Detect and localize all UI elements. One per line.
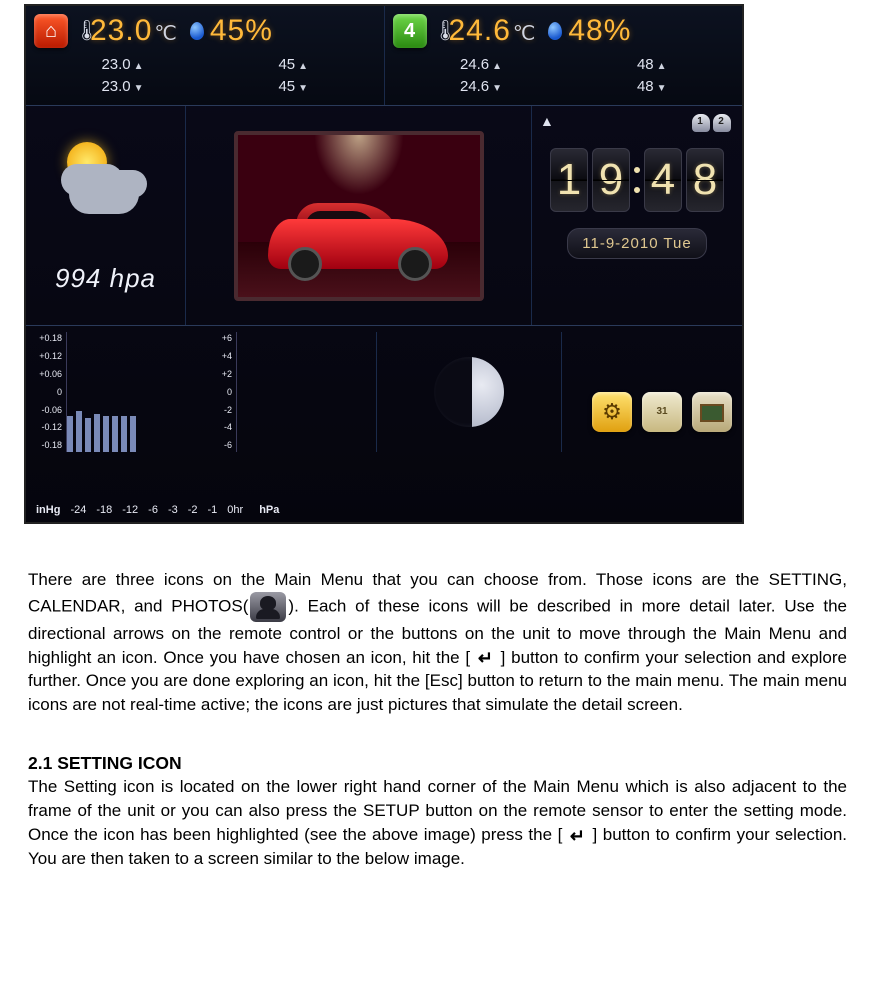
moon-phase-icon [434,357,504,427]
alarm-1-icon: 1 [692,114,710,132]
ch4-temp-high: 24.6 [460,54,502,75]
hpa-scale: +6 +4 +2 0 -2 -4 -6 [206,332,234,452]
middle-row: 994 hpa ▲ 12 [26,106,742,326]
clock-colon [634,167,640,193]
body-text: There are three icons on the Main Menu t… [28,568,847,871]
ch4-humidity: 48% [568,10,631,52]
indoor-temp: 23.0℃ [90,10,178,52]
calendar-menu-icon[interactable]: 31 [642,392,682,432]
clock-digit-h1: 1 [550,148,588,212]
triangle-up-icon: ▲ [540,112,554,132]
inhg-bars [66,332,196,452]
ch4-temp: 24.6℃ [449,10,537,52]
sensor-indoor: ⌂ 🌡 23.0℃ 45% 23.0 23.0 45 45 [26,6,385,105]
moon-phase-panel [376,332,562,452]
enter-key-icon: ↵ [568,827,587,845]
clock-panel: ▲ 12 1 9 4 8 11-9-2010 Tue [532,106,742,325]
alarm-indicators: 12 [692,112,734,132]
alarm-2-icon: 2 [713,114,731,132]
home-icon: ⌂ [34,14,68,48]
inhg-bargraph: +0.18 +0.12 +0.06 0 -0.06 -0.12 -0.18 [36,332,196,452]
thermometer-icon: 🌡 [74,17,84,45]
device-main-screen: ⌂ 🌡 23.0℃ 45% 23.0 23.0 45 45 [24,4,744,524]
ch4-temp-low: 24.6 [460,76,502,97]
sensor-strip: ⌂ 🌡 23.0℃ 45% 23.0 23.0 45 45 [26,6,742,106]
indoor-temp-low: 23.0 [101,76,143,97]
droplet-icon [548,22,562,40]
enter-key-icon: ↵ [476,649,495,667]
channel-4-icon: 4 [393,14,427,48]
clock-digit-h2: 9 [592,148,630,212]
sensor-ch4: 4 🌡 24.6℃ 48% 24.6 24.6 48 48 [385,6,743,105]
section-heading-2-1: 2.1 SETTING ICON [28,751,847,776]
indoor-hum-high: 45 [278,54,308,75]
indoor-humidity: 45% [210,10,273,52]
clock-digit-m1: 4 [644,148,682,212]
weather-panel: 994 hpa [26,106,186,325]
flip-clock: 1 9 4 8 [540,138,734,222]
hpa-bargraph: +6 +4 +2 0 -2 -4 -6 [206,332,366,452]
photo-frame [234,131,484,301]
bottom-row: +0.18 +0.12 +0.06 0 -0.06 -0.12 -0.18 [26,326,742,456]
setting-menu-icon[interactable] [592,392,632,432]
main-menu-icons: 31 [572,332,732,452]
indoor-temp-high: 23.0 [101,54,143,75]
ch4-hum-high: 48 [637,54,667,75]
time-axis: inHg -24 -18 -12 -6 -3 -2 -1 0hr hPa [36,503,285,518]
pressure-reading: 994 hpa [55,260,156,296]
droplet-icon [190,22,204,40]
photos-inline-icon [250,592,286,622]
photo-panel [186,106,532,325]
date-display: 11-9-2010 Tue [567,228,706,259]
clock-digit-m2: 8 [686,148,724,212]
ch4-hum-low: 48 [637,76,667,97]
thermometer-icon: 🌡 [433,17,443,45]
weather-partly-cloudy-icon [61,134,151,224]
photos-menu-icon[interactable] [692,392,732,432]
inhg-scale: +0.18 +0.12 +0.06 0 -0.06 -0.12 -0.18 [36,332,64,452]
indoor-hum-low: 45 [278,76,308,97]
